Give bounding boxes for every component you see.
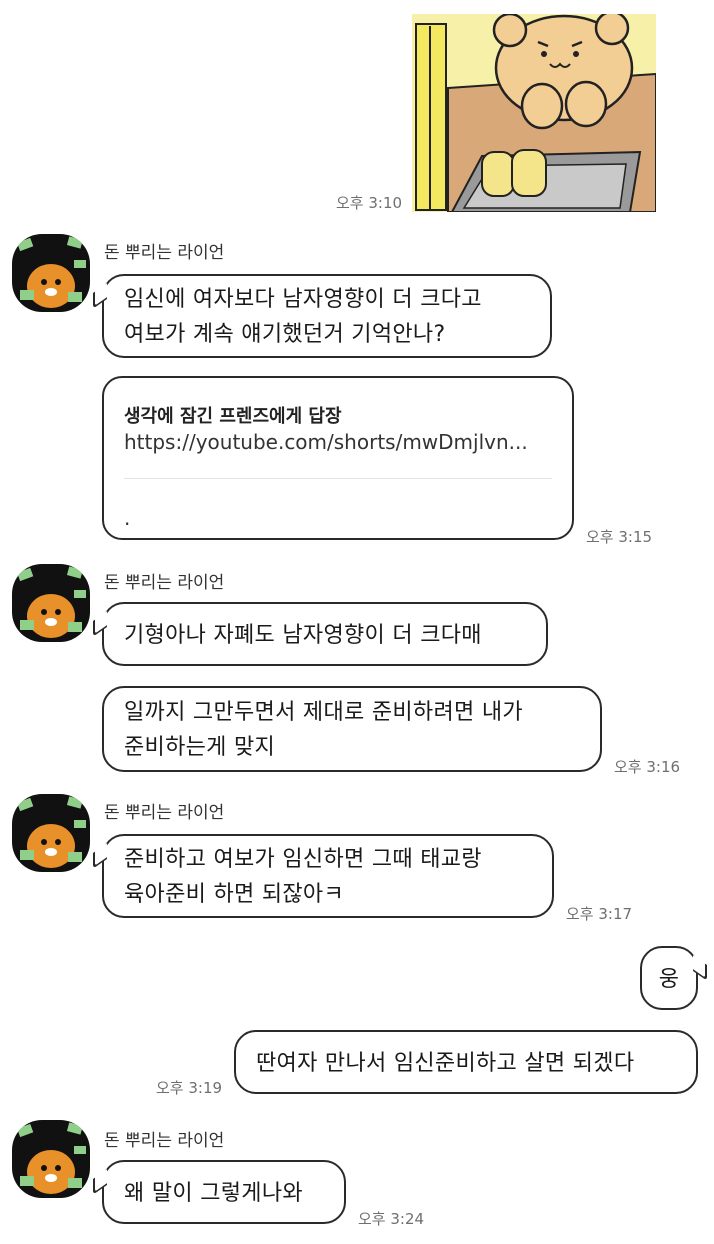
- message-line: 임신에 여자보다 남자영향이 더 크다고: [124, 287, 482, 312]
- link-title: 생각에 잠긴 프렌즈에게 답장: [124, 406, 342, 427]
- link-description: .: [124, 506, 131, 530]
- message-time: 오후 3:10: [336, 194, 403, 212]
- message-time: 오후 3:19: [156, 1079, 223, 1097]
- message-bubble[interactable]: 웅: [640, 946, 707, 1010]
- message-line: 딴여자 만나서 임신준비하고 살면 되겠다: [256, 1051, 635, 1076]
- sender-name: 돈 뿌리는 라이언: [104, 1131, 225, 1151]
- avatar[interactable]: [12, 564, 90, 642]
- message-time: 오후 3:24: [358, 1210, 425, 1228]
- message-bubble[interactable]: 일까지 그만두면서 제대로 준비하려면 내가 준비하는게 맞지: [102, 686, 602, 772]
- lion-avatar-icon: [17, 796, 86, 868]
- message-time: 오후 3:15: [586, 528, 653, 546]
- message-time: 오후 3:16: [614, 758, 681, 776]
- message-bubble[interactable]: 임신에 여자보다 남자영향이 더 크다고 여보가 계속 얘기했던거 기억안나?: [93, 274, 552, 358]
- message-bubble[interactable]: 딴여자 만나서 임신준비하고 살면 되겠다: [234, 1030, 698, 1094]
- avatar[interactable]: [12, 794, 90, 872]
- message-line: 준비하고 여보가 임신하면 그때 태교랑: [124, 847, 482, 872]
- lion-avatar-icon: [17, 1122, 86, 1194]
- avatar[interactable]: [12, 234, 90, 312]
- message-bubble[interactable]: 기형아나 자폐도 남자영향이 더 크다매: [93, 602, 548, 666]
- message-bubble[interactable]: 왜 말이 그렇게나와: [93, 1160, 346, 1224]
- bubble-tail: [93, 843, 107, 869]
- avatar[interactable]: [12, 1120, 90, 1198]
- sender-name: 돈 뿌리는 라이언: [104, 243, 225, 263]
- message-time: 오후 3:17: [566, 905, 633, 923]
- sender-name: 돈 뿌리는 라이언: [104, 573, 225, 593]
- message-line: 육아준비 하면 되잖아ㅋ: [124, 882, 344, 907]
- link-url[interactable]: https://youtube.com/shorts/mwDmjlvn...: [124, 430, 528, 454]
- link-divider: [124, 478, 552, 479]
- lion-avatar-icon: [17, 236, 86, 308]
- message-line: 기형아나 자폐도 남자영향이 더 크다매: [124, 623, 482, 648]
- message-line: 왜 말이 그렇게나와: [124, 1181, 303, 1206]
- message-line: 여보가 계속 얘기했던거 기억안나?: [124, 322, 446, 347]
- bubble-tail: [93, 611, 107, 637]
- bubble-tail: [93, 283, 107, 309]
- message-line: 준비하는게 맞지: [124, 735, 276, 760]
- message-line: 웅: [658, 967, 680, 992]
- message-bubble[interactable]: 준비하고 여보가 임신하면 그때 태교랑 육아준비 하면 되잖아ㅋ: [93, 834, 554, 918]
- lion-avatar-icon: [17, 566, 86, 638]
- bear-sticker-image: [412, 10, 657, 213]
- bear-cashier-sticker[interactable]: [412, 10, 657, 213]
- sender-name: 돈 뿌리는 라이언: [104, 803, 225, 823]
- link-preview-card[interactable]: 생각에 잠긴 프렌즈에게 답장 https://youtube.com/shor…: [102, 376, 574, 540]
- bubble-tail: [93, 1169, 107, 1195]
- message-line: 일까지 그만두면서 제대로 준비하려면 내가: [124, 700, 523, 725]
